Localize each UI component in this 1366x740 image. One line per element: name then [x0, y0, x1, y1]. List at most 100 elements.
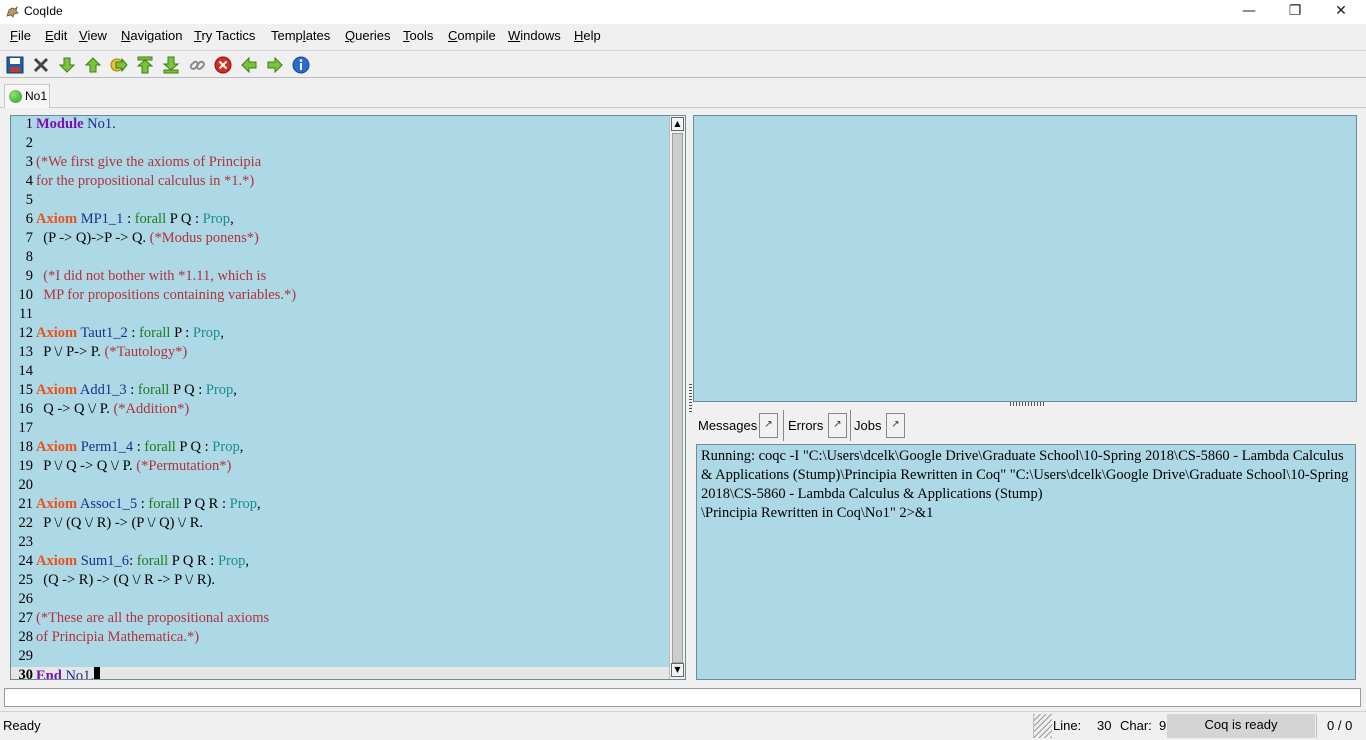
tab-jobs[interactable]: Jobs ↗ — [850, 410, 908, 441]
coq-status: Coq is ready — [1167, 714, 1315, 738]
info-icon[interactable] — [291, 55, 311, 75]
code-line[interactable]: 24 Axiom Sum1_6: forall P Q R : Prop, — [11, 553, 671, 572]
minimize-button[interactable]: — — [1226, 0, 1272, 24]
char-label: Char: — [1120, 718, 1152, 733]
menu-item[interactable]: Edit — [45, 28, 67, 43]
code-line[interactable]: 10 MP for propositions containing variab… — [11, 287, 671, 306]
line-number: 13 — [18, 344, 34, 360]
window-title: CoqIde — [24, 4, 63, 18]
detach-errors-icon[interactable]: ↗ — [828, 413, 847, 438]
scroll-up-icon[interactable]: ▲ — [671, 117, 684, 131]
line-number: 11 — [19, 306, 33, 322]
go-to-start-icon[interactable] — [135, 55, 155, 75]
maximize-button[interactable]: ❐ — [1272, 0, 1318, 24]
code-line[interactable]: 16 Q -> Q \/ P. (*Addition*) — [11, 401, 671, 420]
vertical-splitter[interactable] — [689, 384, 692, 414]
code-line[interactable]: 1 Module No1. — [11, 116, 671, 135]
code-line[interactable]: 25 (Q -> R) -> (Q \/ R -> P \/ R). — [11, 572, 671, 591]
line-number: 6 — [25, 211, 33, 227]
code-line[interactable]: 28 of Principia Mathematica.*) — [11, 629, 671, 648]
menu-item[interactable]: File — [10, 28, 31, 43]
menu-item[interactable]: Help — [574, 28, 601, 43]
menu-item[interactable]: View — [79, 28, 107, 43]
code-line[interactable]: 2 — [11, 135, 671, 154]
code-line[interactable]: 14 — [11, 363, 671, 382]
toolbar — [0, 50, 1366, 78]
resize-grip-icon[interactable] — [1034, 714, 1052, 738]
detach-jobs-icon[interactable]: ↗ — [886, 413, 905, 438]
code-line[interactable]: 29 — [11, 648, 671, 667]
code-line[interactable]: 13 P \/ P-> P. (*Tautology*) — [11, 344, 671, 363]
code-line[interactable]: 9 (*I did not bother with *1.11, which i… — [11, 268, 671, 287]
next-occurrence-icon[interactable] — [265, 55, 285, 75]
code-line[interactable]: 15 Axiom Add1_3 : forall P Q : Prop, — [11, 382, 671, 401]
code-line[interactable]: 12 Axiom Taut1_2 : forall P : Prop, — [11, 325, 671, 344]
script-editor[interactable]: 1 Module No1. 2 3 (*We first give the axioms… — [10, 115, 686, 680]
close-icon[interactable] — [31, 55, 51, 75]
line-number: 4 — [25, 173, 33, 189]
code-line[interactable]: 18 Axiom Perm1_4 : forall P Q : Prop, — [11, 439, 671, 458]
coq-logo-icon — [6, 5, 19, 18]
editor-scrollbar[interactable]: ▲ ▼ — [669, 116, 685, 679]
code-line[interactable]: 21 Axiom Assoc1_5 : forall P Q R : Prop, — [11, 496, 671, 515]
line-number: 26 — [18, 591, 34, 607]
text-cursor — [94, 667, 101, 679]
code-line[interactable]: 11 — [11, 306, 671, 325]
code-line[interactable]: 23 — [11, 534, 671, 553]
code-line[interactable]: 27 (*These are all the propositional axio… — [11, 610, 671, 629]
code-line[interactable]: 19 P \/ Q -> Q \/ P. (*Permutation*) — [11, 458, 671, 477]
code-line[interactable]: 20 — [11, 477, 671, 496]
code-text: Axiom Perm1_4 : forall P Q : Prop, — [36, 439, 244, 455]
code-line[interactable]: 4 for the propositional calculus in *1.*) — [11, 173, 671, 192]
code-text: (*We first give the axioms of Principia — [36, 154, 262, 170]
code-line[interactable]: 5 — [11, 192, 671, 211]
close-window-button[interactable]: ✕ — [1318, 0, 1364, 24]
backward-one-icon[interactable] — [83, 55, 103, 75]
code-line[interactable]: 30 End No1. — [11, 667, 671, 679]
go-to-end-icon[interactable] — [161, 55, 181, 75]
menu-item[interactable]: Templates — [271, 28, 330, 43]
tab-errors[interactable]: Errors ↗ — [783, 410, 849, 441]
menu-item[interactable]: Windows — [508, 28, 561, 43]
status-separator — [1316, 714, 1317, 738]
menu-item[interactable]: Navigation — [121, 28, 182, 43]
menu-item[interactable]: Queries — [345, 28, 391, 43]
message-tab-bar: Messages ↗ Errors ↗ Jobs ↗ — [693, 410, 1357, 442]
line-number: 7 — [25, 230, 33, 246]
code-line[interactable]: 26 — [11, 591, 671, 610]
menu-item[interactable]: Tools — [403, 28, 433, 43]
line-number: 10 — [18, 287, 34, 303]
line-number: 5 — [25, 192, 33, 208]
code-text: Q -> Q \/ P. (*Addition*) — [36, 401, 190, 417]
scroll-down-icon[interactable]: ▼ — [671, 663, 684, 677]
code-line[interactable]: 7 (P -> Q)->P -> Q. (*Modus ponens*) — [11, 230, 671, 249]
interrupt-icon[interactable] — [213, 55, 233, 75]
tab-messages-label: Messages — [698, 418, 758, 433]
scrollbar-thumb[interactable] — [672, 133, 683, 663]
line-number: 29 — [18, 648, 34, 664]
code-text: P \/ Q -> Q \/ P. (*Permutation*) — [36, 458, 232, 474]
tab-no1[interactable]: No1 — [4, 84, 50, 108]
code-text: End No1. — [36, 667, 101, 679]
menu-item[interactable]: Compile — [448, 28, 496, 43]
code-line[interactable]: 3 (*We first give the axioms of Principia — [11, 154, 671, 173]
command-input[interactable] — [4, 688, 1361, 707]
code-line[interactable]: 17 — [11, 420, 671, 439]
code-line[interactable]: 8 — [11, 249, 671, 268]
code-line[interactable]: 6 Axiom MP1_1 : forall P Q : Prop, — [11, 211, 671, 230]
previous-occurrence-icon[interactable] — [239, 55, 259, 75]
go-to-cursor-icon[interactable] — [109, 55, 129, 75]
detach-messages-icon[interactable]: ↗ — [759, 413, 778, 438]
line-number: 16 — [18, 401, 34, 417]
code-text: P \/ P-> P. (*Tautology*) — [36, 344, 188, 360]
tab-messages[interactable]: Messages ↗ — [693, 410, 783, 441]
forward-one-icon[interactable] — [57, 55, 77, 75]
code-text: (P -> Q)->P -> Q. (*Modus ponens*) — [36, 230, 259, 246]
menu-item[interactable]: Try Tactics — [194, 28, 255, 43]
line-label: Line: — [1053, 718, 1082, 733]
code-line[interactable]: 22 P \/ (Q \/ R) -> (P \/ Q) \/ R. — [11, 515, 671, 534]
menu-bar: File Edit View Navigation Try Tactics Templat… — [0, 24, 1366, 48]
horizontal-splitter[interactable] — [1010, 402, 1044, 406]
link-icon[interactable] — [187, 55, 207, 75]
save-icon[interactable] — [5, 55, 25, 75]
